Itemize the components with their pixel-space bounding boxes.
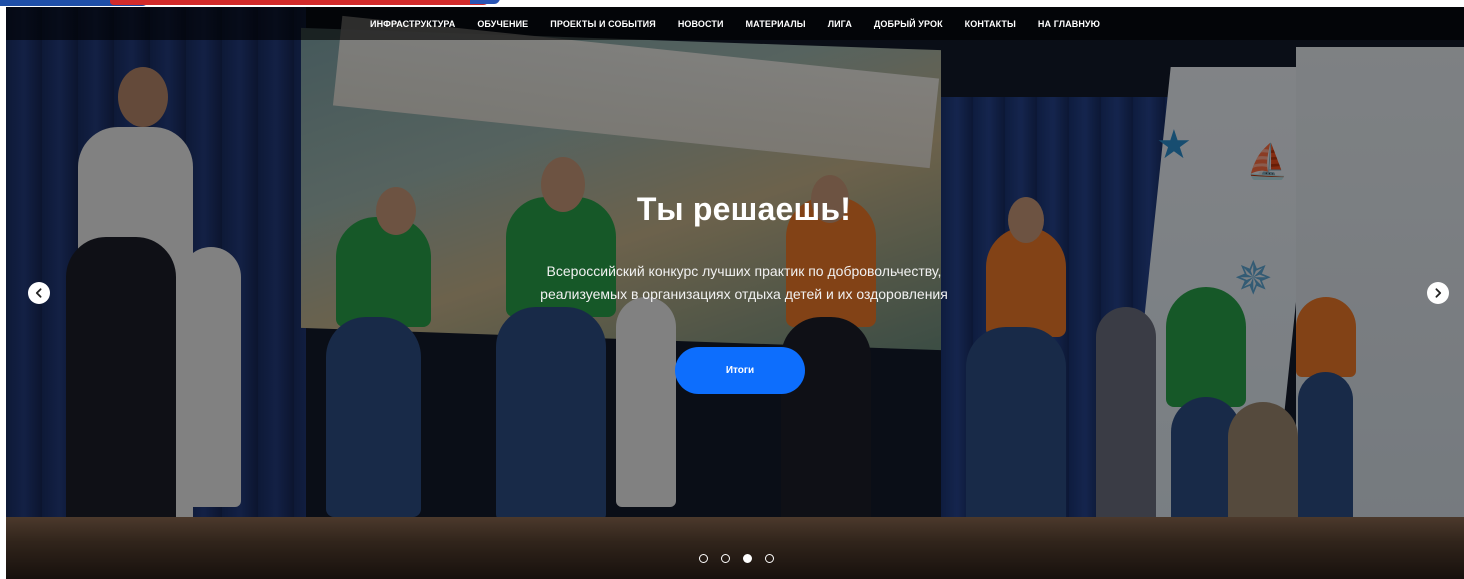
nav-item-infrastructure[interactable]: ИНФРАСТРУКТУРА bbox=[359, 19, 466, 29]
slider-dot-3[interactable] bbox=[743, 554, 752, 563]
slide-subtitle-line-2: реализуемых в организациях отдыха детей … bbox=[540, 286, 948, 302]
slider-next-button[interactable] bbox=[1427, 282, 1449, 304]
nav-item-league[interactable]: ЛИГА bbox=[817, 19, 863, 29]
slider-pagination bbox=[699, 554, 774, 564]
chevron-right-icon bbox=[1435, 288, 1442, 298]
slider-dot-1[interactable] bbox=[699, 554, 708, 563]
nav-menu: ИНФРАСТРУКТУРА ОБУЧЕНИЕ ПРОЕКТЫ И СОБЫТИ… bbox=[359, 7, 1111, 40]
nav-item-contacts[interactable]: КОНТАКТЫ bbox=[954, 19, 1027, 29]
chevron-left-icon bbox=[35, 288, 42, 298]
nav-item-kind-lesson[interactable]: ДОБРЫЙ УРОК bbox=[863, 19, 954, 29]
logo-strip bbox=[0, 0, 1464, 7]
hero-slider: ★ ⛵ ✵ ИНФРАСТРУКТУРА ОБУЧЕНИЕ ПРОЕКТЫ И … bbox=[6, 7, 1464, 579]
main-navbar: ИНФРАСТРУКТУРА ОБУЧЕНИЕ ПРОЕКТЫ И СОБЫТИ… bbox=[6, 7, 1464, 40]
slide-title: Ты решаешь! bbox=[636, 191, 852, 227]
slider-dot-4[interactable] bbox=[765, 554, 774, 563]
nav-item-education[interactable]: ОБУЧЕНИЕ bbox=[466, 19, 539, 29]
slider-dot-2[interactable] bbox=[721, 554, 730, 563]
logo-red-sweep bbox=[110, 0, 490, 5]
slide-subtitle-line-1: Всероссийский конкурс лучших практик по … bbox=[546, 263, 942, 279]
slide-subtitle: Всероссийский конкурс лучших практик по … bbox=[6, 260, 1464, 306]
nav-item-home[interactable]: НА ГЛАВНУЮ bbox=[1027, 19, 1111, 29]
nav-item-materials[interactable]: МАТЕРИАЛЫ bbox=[735, 19, 817, 29]
nav-item-news[interactable]: НОВОСТИ bbox=[667, 19, 735, 29]
results-button[interactable]: Итоги bbox=[675, 347, 805, 394]
page: ★ ⛵ ✵ ИНФРАСТРУКТУРА ОБУЧЕНИЕ ПРОЕКТЫ И … bbox=[0, 0, 1464, 579]
nav-item-projects-events[interactable]: ПРОЕКТЫ И СОБЫТИЯ bbox=[539, 19, 667, 29]
slider-prev-button[interactable] bbox=[28, 282, 50, 304]
logo-blue-tip bbox=[470, 0, 500, 4]
